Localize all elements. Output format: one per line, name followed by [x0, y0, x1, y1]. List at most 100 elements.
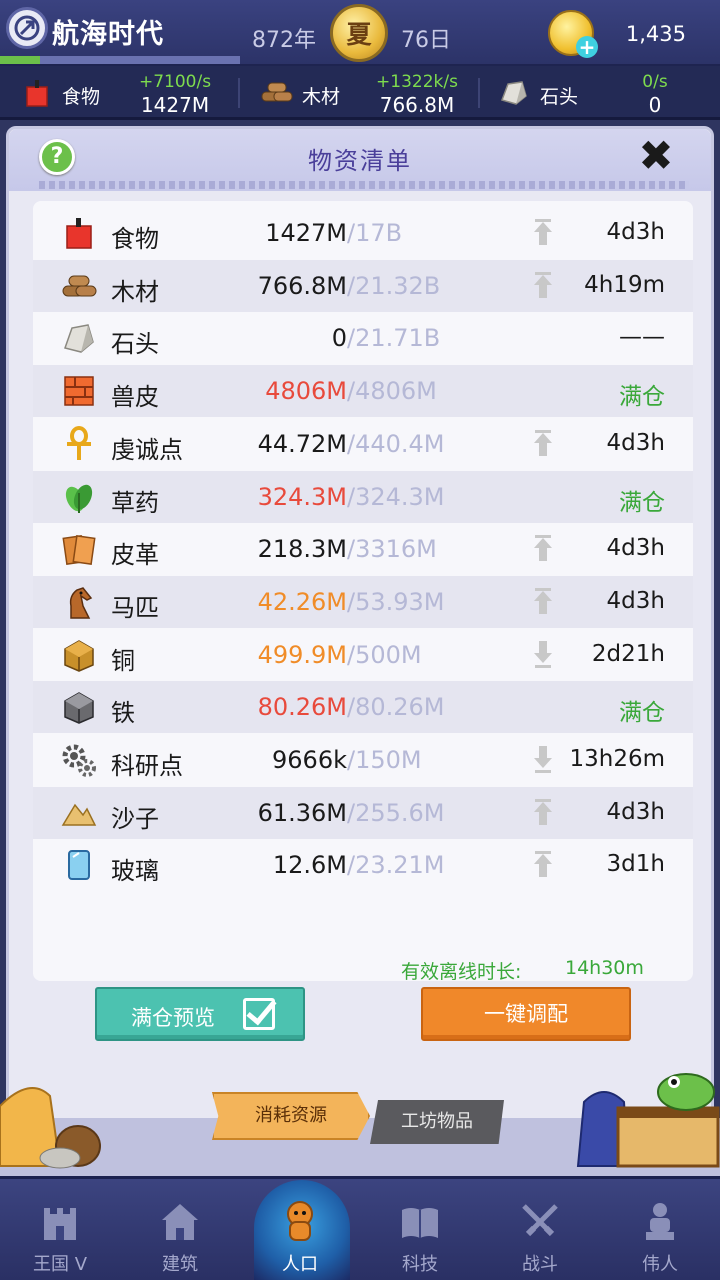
castle-icon [44, 1208, 76, 1240]
swords-icon [522, 1204, 558, 1237]
resource-name: 草药 [111, 488, 159, 517]
top-bar: 航海时代 872年 夏 76日 + 1,435 [0, 0, 720, 66]
resource-name: 沙子 [111, 804, 159, 833]
strip-divider [478, 78, 480, 108]
resource-row-food[interactable]: 食物 1427M/17B 4d3h [33, 207, 693, 259]
resource-name: 食物 [111, 225, 159, 253]
nav-item-swords[interactable]: 战斗 [480, 1176, 600, 1280]
resource-max: /440.4M [347, 429, 445, 458]
coin-add-icon[interactable]: + [548, 10, 598, 58]
nav-label: 科技 [402, 1254, 438, 1275]
resource-max: /80.26M [347, 693, 445, 722]
house-icon [162, 1204, 198, 1240]
resource-time: 满仓 [619, 700, 665, 727]
resource-max: /324.3M [347, 482, 445, 511]
strip-item-wood[interactable]: 木材 +1322k/s 766.8M [244, 66, 480, 120]
checkbox-icon [243, 998, 275, 1030]
nav-item-castle[interactable]: 王国 V [0, 1176, 120, 1280]
resource-row-glass[interactable]: 玻璃 12.6M/23.21M 3d1h [33, 839, 693, 891]
resource-row-copper[interactable]: 铜 499.9M/500M 2d21h [33, 629, 693, 681]
resource-row-ankh[interactable]: 虔诚点 44.72M/440.4M 4d3h [33, 418, 693, 470]
resource-time: 4h19m [584, 271, 665, 298]
arrow-down-icon [534, 640, 552, 668]
close-icon[interactable]: ✖ [635, 135, 677, 177]
nav-item-statue[interactable]: 伟人 [600, 1176, 720, 1280]
resource-row-herb[interactable]: 草药 324.3M/324.3M 满仓 [33, 470, 693, 523]
resource-current: 766.8M [257, 271, 347, 300]
year-label: 872年 [252, 28, 316, 53]
arrow-up-icon [534, 429, 552, 456]
coin-count: 1,435 [625, 22, 686, 46]
iron-icon [64, 692, 94, 725]
resource-current: 12.6M [272, 851, 347, 880]
resource-row-stone[interactable]: 石头 0/21.71B —— [33, 312, 693, 364]
plus-icon: + [576, 36, 598, 58]
copper-icon [64, 639, 94, 672]
strip-item-stone[interactable]: 石头 0/s 0 [484, 66, 720, 120]
season-badge[interactable]: 夏 [330, 4, 388, 62]
resource-name: 铁 [111, 699, 135, 728]
resource-time: 4d3h [606, 219, 665, 245]
tab-workshop-items[interactable]: 工坊物品 [370, 1100, 504, 1144]
resource-current: 4806M [265, 377, 347, 406]
strip-wood-amount: 766.8M [379, 93, 455, 117]
panel-header: ? 物资清单 ✖ [9, 129, 711, 191]
nav-item-book[interactable]: 科技 [360, 1176, 480, 1280]
hide-icon [64, 376, 94, 406]
strip-stone-amount: 0 [648, 93, 662, 117]
arrow-up-icon [534, 851, 552, 878]
resource-list-panel: ? 物资清单 ✖ 食物 1427M/17B 4d3h 木材 766.8M/21.32B 4… [6, 126, 714, 1176]
resource-time: 13h26m [569, 746, 665, 772]
resource-current: 0 [331, 324, 347, 353]
resource-row-leather[interactable]: 皮革 218.3M/3316M 4d3h [33, 523, 693, 575]
wood-icon [62, 275, 97, 297]
resource-time: 4d3h [606, 798, 665, 825]
resource-table: 食物 1427M/17B 4d3h 木材 766.8M/21.32B 4h19m 石头 0/2… [33, 201, 693, 981]
auto-allocate-button[interactable]: 一键调配 [421, 987, 631, 1041]
resource-strip: 食物 +7100/s 1427M 木材 +1322k/s 766.8M 石头 0… [0, 66, 720, 120]
strip-food-label: 食物 [62, 86, 101, 108]
resource-max: /21.71B [347, 324, 441, 353]
food-icon [26, 80, 48, 107]
resource-time: —— [619, 324, 665, 351]
full-storage-preview-button[interactable]: 满仓预览 [95, 987, 305, 1041]
resource-current: 1427M [265, 219, 347, 247]
resource-row-hide[interactable]: 兽皮 4806M/4806M 满仓 [33, 365, 693, 418]
resource-current: 9666k [272, 746, 347, 774]
horse-icon [69, 587, 93, 619]
game-logo-icon[interactable] [6, 7, 48, 49]
resource-row-gears[interactable]: 科研点 9666k/150M 13h26m [33, 734, 693, 786]
gears-icon [62, 744, 96, 777]
nav-label: 人口 [282, 1254, 318, 1275]
nav-item-people[interactable]: 人口 [240, 1176, 360, 1280]
resource-time: 4d3h [606, 535, 665, 562]
day-label: 76日 [401, 28, 451, 53]
strip-food-rate: +7100/s [138, 72, 212, 92]
strip-wood-label: 木材 [302, 86, 341, 108]
resource-current: 61.36M [257, 798, 347, 827]
resource-max: /3316M [347, 535, 437, 564]
resource-row-horse[interactable]: 马匹 42.26M/53.93M 4d3h [33, 575, 693, 628]
food-icon [66, 218, 92, 249]
header-divider [39, 181, 689, 189]
offline-duration-label: 有效离线时长: [401, 961, 522, 983]
arrow-down-icon [534, 746, 552, 773]
arrow-up-icon [534, 271, 552, 298]
resource-row-sand[interactable]: 沙子 61.36M/255.6M 4d3h [33, 786, 693, 839]
nav-item-house[interactable]: 建筑 [120, 1176, 240, 1280]
glass-icon [68, 850, 90, 881]
resource-current: 80.26M [257, 693, 347, 722]
resource-row-iron[interactable]: 铁 80.26M/80.26M 满仓 [33, 681, 693, 734]
resource-name: 石头 [111, 330, 159, 359]
resource-name: 皮革 [111, 541, 159, 570]
tab-consume-resources[interactable]: 消耗资源 [212, 1092, 370, 1140]
resource-max: /500M [347, 640, 422, 669]
strip-item-food[interactable]: 食物 +7100/s 1427M [0, 66, 236, 120]
herb-icon [65, 484, 93, 513]
people-icon [287, 1201, 313, 1241]
game-title: 航海时代 [52, 19, 164, 50]
resource-max: /4806M [347, 377, 437, 406]
resource-name: 木材 [111, 277, 159, 306]
resource-row-wood[interactable]: 木材 766.8M/21.32B 4h19m [33, 259, 693, 312]
resource-current: 324.3M [257, 482, 347, 511]
